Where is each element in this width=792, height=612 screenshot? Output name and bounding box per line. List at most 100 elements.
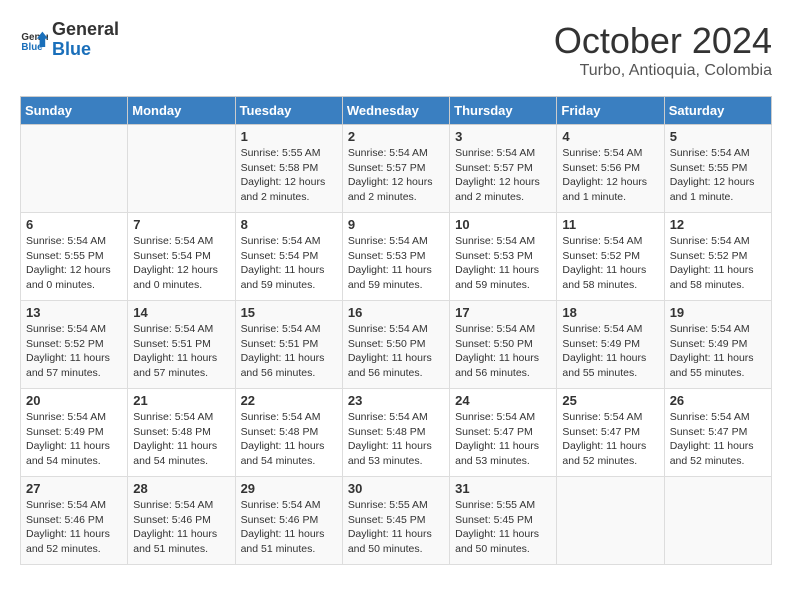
calendar-cell: 13 Sunrise: 5:54 AM Sunset: 5:52 PM Dayli… xyxy=(21,301,128,389)
day-info: Sunrise: 5:54 AM Sunset: 5:50 PM Dayligh… xyxy=(455,322,551,381)
calendar-cell: 18Sunrise: 5:54 AM Sunset: 5:49 PM Dayli… xyxy=(557,301,664,389)
day-info: Sunrise: 5:54 AM Sunset: 5:54 PM Dayligh… xyxy=(133,234,229,293)
day-number: 16 xyxy=(348,305,444,320)
day-number: 15 xyxy=(241,305,337,320)
day-info: Sunrise: 5:54 AM Sunset: 5:57 PM Dayligh… xyxy=(455,146,551,205)
calendar-cell: 25 Sunrise: 5:54 AM Sunset: 5:47 PM Dayli… xyxy=(557,389,664,477)
day-number: 4 xyxy=(562,129,658,144)
calendar-cell: 3Sunrise: 5:54 AM Sunset: 5:57 PM Daylig… xyxy=(450,125,557,213)
day-info: Sunrise: 5:54 AM Sunset: 5:46 PM Dayligh… xyxy=(26,498,122,557)
calendar-header-row: SundayMondayTuesdayWednesdayThursdayFrid… xyxy=(21,97,772,125)
calendar-cell xyxy=(557,477,664,565)
week-row-0: 1Sunrise: 5:55 AM Sunset: 5:58 PM Daylig… xyxy=(21,125,772,213)
day-info: Sunrise: 5:54 AM Sunset: 5:48 PM Dayligh… xyxy=(133,410,229,469)
day-info: Sunrise: 5:54 AM Sunset: 5:52 PM Dayligh… xyxy=(26,322,122,381)
day-info: Sunrise: 5:54 AM Sunset: 5:46 PM Dayligh… xyxy=(133,498,229,557)
day-info: Sunrise: 5:54 AM Sunset: 5:54 PM Dayligh… xyxy=(241,234,337,293)
day-number: 29 xyxy=(241,481,337,496)
calendar-cell: 1Sunrise: 5:55 AM Sunset: 5:58 PM Daylig… xyxy=(235,125,342,213)
day-number: 8 xyxy=(241,217,337,232)
calendar-cell: 26 Sunrise: 5:54 AM Sunset: 5:47 PM Dayli… xyxy=(664,389,771,477)
calendar-cell: 10 Sunrise: 5:54 AM Sunset: 5:53 PM Dayli… xyxy=(450,213,557,301)
header-monday: Monday xyxy=(128,97,235,125)
logo-general: General xyxy=(52,20,119,40)
day-info: Sunrise: 5:54 AM Sunset: 5:48 PM Dayligh… xyxy=(241,410,337,469)
day-info: Sunrise: 5:54 AM Sunset: 5:48 PM Dayligh… xyxy=(348,410,444,469)
day-info: Sunrise: 5:54 AM Sunset: 5:51 PM Dayligh… xyxy=(133,322,229,381)
calendar-cell: 20Sunrise: 5:54 AM Sunset: 5:49 PM Dayli… xyxy=(21,389,128,477)
day-number: 2 xyxy=(348,129,444,144)
day-info: Sunrise: 5:54 AM Sunset: 5:56 PM Dayligh… xyxy=(562,146,658,205)
day-info: Sunrise: 5:54 AM Sunset: 5:52 PM Dayligh… xyxy=(670,234,766,293)
calendar-cell xyxy=(664,477,771,565)
header-saturday: Saturday xyxy=(664,97,771,125)
calendar-cell: 16 Sunrise: 5:54 AM Sunset: 5:50 PM Dayli… xyxy=(342,301,449,389)
logo-blue: Blue xyxy=(52,40,119,60)
day-number: 24 xyxy=(455,393,551,408)
day-number: 22 xyxy=(241,393,337,408)
day-number: 12 xyxy=(670,217,766,232)
calendar-cell xyxy=(21,125,128,213)
day-number: 19 xyxy=(670,305,766,320)
day-number: 14 xyxy=(133,305,229,320)
day-info: Sunrise: 5:54 AM Sunset: 5:50 PM Dayligh… xyxy=(348,322,444,381)
logo: General Blue General Blue xyxy=(20,20,119,60)
day-number: 26 xyxy=(670,393,766,408)
calendar-cell: 23 Sunrise: 5:54 AM Sunset: 5:48 PM Dayli… xyxy=(342,389,449,477)
day-number: 28 xyxy=(133,481,229,496)
header-tuesday: Tuesday xyxy=(235,97,342,125)
calendar-cell: 29 Sunrise: 5:54 AM Sunset: 5:46 PM Dayli… xyxy=(235,477,342,565)
calendar-cell: 30Sunrise: 5:55 AM Sunset: 5:45 PM Dayli… xyxy=(342,477,449,565)
logo-icon: General Blue xyxy=(20,26,48,54)
day-number: 20 xyxy=(26,393,122,408)
calendar-cell: 28 Sunrise: 5:54 AM Sunset: 5:46 PM Dayli… xyxy=(128,477,235,565)
calendar-cell: 6Sunrise: 5:54 AM Sunset: 5:55 PM Daylig… xyxy=(21,213,128,301)
day-info: Sunrise: 5:54 AM Sunset: 5:47 PM Dayligh… xyxy=(455,410,551,469)
day-number: 31 xyxy=(455,481,551,496)
calendar-cell: 11Sunrise: 5:54 AM Sunset: 5:52 PM Dayli… xyxy=(557,213,664,301)
location: Turbo, Antioquia, Colombia xyxy=(554,62,772,80)
day-number: 23 xyxy=(348,393,444,408)
calendar-cell: 19 Sunrise: 5:54 AM Sunset: 5:49 PM Dayli… xyxy=(664,301,771,389)
calendar-cell: 4 Sunrise: 5:54 AM Sunset: 5:56 PM Daylig… xyxy=(557,125,664,213)
day-info: Sunrise: 5:54 AM Sunset: 5:47 PM Dayligh… xyxy=(562,410,658,469)
day-info: Sunrise: 5:54 AM Sunset: 5:46 PM Dayligh… xyxy=(241,498,337,557)
calendar-cell: 15 Sunrise: 5:54 AM Sunset: 5:51 PM Dayli… xyxy=(235,301,342,389)
calendar-body: 1Sunrise: 5:55 AM Sunset: 5:58 PM Daylig… xyxy=(21,125,772,565)
day-info: Sunrise: 5:54 AM Sunset: 5:55 PM Dayligh… xyxy=(26,234,122,293)
day-info: Sunrise: 5:54 AM Sunset: 5:47 PM Dayligh… xyxy=(670,410,766,469)
calendar-cell: 21 Sunrise: 5:54 AM Sunset: 5:48 PM Dayli… xyxy=(128,389,235,477)
day-info: Sunrise: 5:54 AM Sunset: 5:51 PM Dayligh… xyxy=(241,322,337,381)
header-friday: Friday xyxy=(557,97,664,125)
day-info: Sunrise: 5:54 AM Sunset: 5:49 PM Dayligh… xyxy=(562,322,658,381)
calendar-cell xyxy=(128,125,235,213)
day-number: 5 xyxy=(670,129,766,144)
calendar-cell: 14 Sunrise: 5:54 AM Sunset: 5:51 PM Dayli… xyxy=(128,301,235,389)
day-info: Sunrise: 5:55 AM Sunset: 5:58 PM Dayligh… xyxy=(241,146,337,205)
day-number: 17 xyxy=(455,305,551,320)
week-row-3: 20Sunrise: 5:54 AM Sunset: 5:49 PM Dayli… xyxy=(21,389,772,477)
day-info: Sunrise: 5:55 AM Sunset: 5:45 PM Dayligh… xyxy=(455,498,551,557)
week-row-2: 13 Sunrise: 5:54 AM Sunset: 5:52 PM Dayli… xyxy=(21,301,772,389)
calendar-table: SundayMondayTuesdayWednesdayThursdayFrid… xyxy=(20,96,772,565)
calendar-cell: 24 Sunrise: 5:54 AM Sunset: 5:47 PM Dayli… xyxy=(450,389,557,477)
week-row-4: 27Sunrise: 5:54 AM Sunset: 5:46 PM Dayli… xyxy=(21,477,772,565)
day-number: 7 xyxy=(133,217,229,232)
page-header: General Blue General Blue October 2024 T… xyxy=(20,20,772,80)
day-info: Sunrise: 5:55 AM Sunset: 5:45 PM Dayligh… xyxy=(348,498,444,557)
day-number: 25 xyxy=(562,393,658,408)
week-row-1: 6Sunrise: 5:54 AM Sunset: 5:55 PM Daylig… xyxy=(21,213,772,301)
title-block: October 2024 Turbo, Antioquia, Colombia xyxy=(554,20,772,80)
day-info: Sunrise: 5:54 AM Sunset: 5:53 PM Dayligh… xyxy=(455,234,551,293)
day-info: Sunrise: 5:54 AM Sunset: 5:53 PM Dayligh… xyxy=(348,234,444,293)
day-info: Sunrise: 5:54 AM Sunset: 5:52 PM Dayligh… xyxy=(562,234,658,293)
calendar-cell: 7 Sunrise: 5:54 AM Sunset: 5:54 PM Daylig… xyxy=(128,213,235,301)
header-wednesday: Wednesday xyxy=(342,97,449,125)
day-number: 10 xyxy=(455,217,551,232)
month-title: October 2024 xyxy=(554,20,772,62)
day-number: 13 xyxy=(26,305,122,320)
day-info: Sunrise: 5:54 AM Sunset: 5:49 PM Dayligh… xyxy=(670,322,766,381)
calendar-cell: 17 Sunrise: 5:54 AM Sunset: 5:50 PM Dayli… xyxy=(450,301,557,389)
calendar-cell: 12 Sunrise: 5:54 AM Sunset: 5:52 PM Dayli… xyxy=(664,213,771,301)
day-number: 21 xyxy=(133,393,229,408)
